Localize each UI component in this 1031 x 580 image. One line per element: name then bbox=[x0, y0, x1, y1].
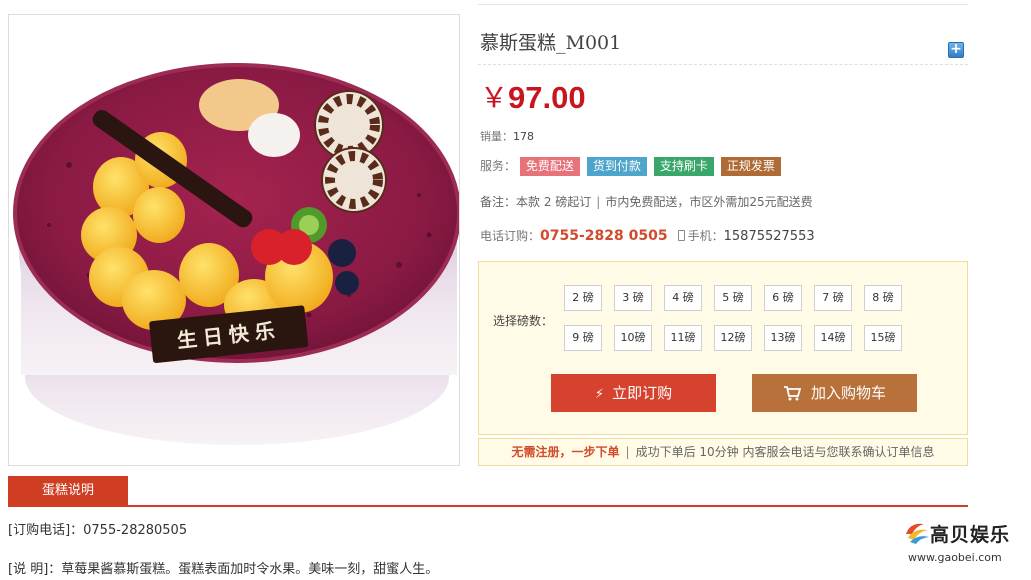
remark-separator: | bbox=[596, 195, 601, 209]
lightning-icon: ⚡ bbox=[594, 387, 605, 402]
remark-min-order: 本款 2 磅起订 bbox=[516, 195, 592, 209]
product-image: 生日快乐 bbox=[8, 14, 460, 466]
title-divider bbox=[478, 64, 968, 65]
sales-row: 销量：178 bbox=[480, 128, 534, 144]
tag-invoice: 正规发票 bbox=[720, 157, 781, 176]
watermark-url: www.gaobei.com bbox=[908, 551, 1002, 564]
weight-option-3[interactable]: 3 磅 bbox=[614, 285, 652, 311]
weight-option-9[interactable]: 9 磅 bbox=[564, 325, 602, 351]
notice-separator: | bbox=[625, 445, 630, 459]
remark-row: 备注：本款 2 磅起订 | 市内免费配送，市区外需加25元配送费 bbox=[480, 193, 813, 210]
currency-symbol: ￥ bbox=[480, 82, 509, 113]
weight-select-label: 选择磅数： bbox=[493, 314, 554, 328]
service-row: 服务： 免费配送 货到付款 支持刷卡 正规发票 bbox=[480, 157, 788, 176]
weight-option-7[interactable]: 7 磅 bbox=[814, 285, 852, 311]
tab-underline bbox=[8, 505, 968, 507]
remark-label: 备注： bbox=[480, 195, 517, 209]
weight-option-4[interactable]: 4 磅 bbox=[664, 285, 702, 311]
weight-option-14[interactable]: 14磅 bbox=[814, 325, 852, 351]
top-divider bbox=[478, 4, 968, 5]
product-price: ￥97.00 bbox=[480, 76, 586, 116]
mobile-number: 15875527553 bbox=[723, 229, 815, 244]
watermark-logo: 高贝娱乐 www.gaobei.com bbox=[904, 518, 1024, 568]
add-to-cart-button[interactable]: 加入购物车 bbox=[752, 374, 917, 412]
description-text: [说 明]：草莓果酱慕斯蛋糕。蛋糕表面加时令水果。美味一刻，甜蜜人生。 bbox=[8, 562, 439, 577]
tag-free-delivery: 免费配送 bbox=[519, 157, 580, 176]
remark-delivery: 市内免费配送，市区外需加25元配送费 bbox=[605, 195, 813, 209]
description-phone: [订购电话]：0755-28280505 bbox=[8, 523, 188, 538]
weight-option-2[interactable]: 2 磅 bbox=[564, 285, 602, 311]
service-label: 服务： bbox=[480, 159, 517, 173]
tab-cake-description[interactable]: 蛋糕说明 bbox=[8, 476, 128, 506]
weight-option-10[interactable]: 10磅 bbox=[614, 325, 652, 351]
mobile-label: 手机： bbox=[687, 229, 724, 243]
weight-option-13[interactable]: 13磅 bbox=[764, 325, 802, 351]
weight-option-11[interactable]: 11磅 bbox=[664, 325, 702, 351]
product-title: 慕斯蛋糕_M001 bbox=[480, 32, 622, 54]
watermark-icon bbox=[906, 523, 929, 544]
notice-highlight: 无需注册，一步下单 bbox=[511, 445, 620, 459]
mobile-icon bbox=[677, 230, 685, 241]
cart-icon bbox=[783, 386, 801, 401]
weight-option-5[interactable]: 5 磅 bbox=[714, 285, 752, 311]
phone-label: 电话订购： bbox=[480, 229, 541, 243]
order-phone: 0755-2828 0505 bbox=[540, 228, 668, 244]
order-now-label: 立即订购 bbox=[612, 384, 673, 402]
weight-option-15[interactable]: 15磅 bbox=[864, 325, 902, 351]
tag-cash-on-delivery: 货到付款 bbox=[586, 157, 647, 176]
price-amount: 97.00 bbox=[508, 80, 586, 115]
sales-label: 销量： bbox=[480, 130, 513, 143]
add-to-cart-label: 加入购物车 bbox=[810, 384, 886, 402]
tag-card-payment: 支持刷卡 bbox=[653, 157, 714, 176]
weight-option-12[interactable]: 12磅 bbox=[714, 325, 752, 351]
order-now-button[interactable]: ⚡ 立即订购 bbox=[551, 374, 716, 412]
sales-count: 178 bbox=[513, 130, 534, 143]
watermark-name: 高贝娱乐 bbox=[930, 524, 1011, 546]
contact-row: 电话订购：0755-2828 0505 手机：15875527553 bbox=[480, 227, 815, 244]
weight-option-6[interactable]: 6 磅 bbox=[764, 285, 802, 311]
order-notice: 无需注册，一步下单 | 成功下单后 10分钟 内客服会电话与您联系确认订单信息 bbox=[478, 438, 968, 466]
expand-plus-icon[interactable]: + bbox=[948, 42, 964, 58]
cake-illustration: 生日快乐 bbox=[13, 63, 459, 445]
notice-text: 成功下单后 10分钟 内客服会电话与您联系确认订单信息 bbox=[635, 445, 935, 459]
weight-option-8[interactable]: 8 磅 bbox=[864, 285, 902, 311]
weight-select-panel: 选择磅数： 2 磅 3 磅 4 磅 5 磅 6 磅 7 磅 8 磅 9 磅 10… bbox=[478, 261, 968, 435]
